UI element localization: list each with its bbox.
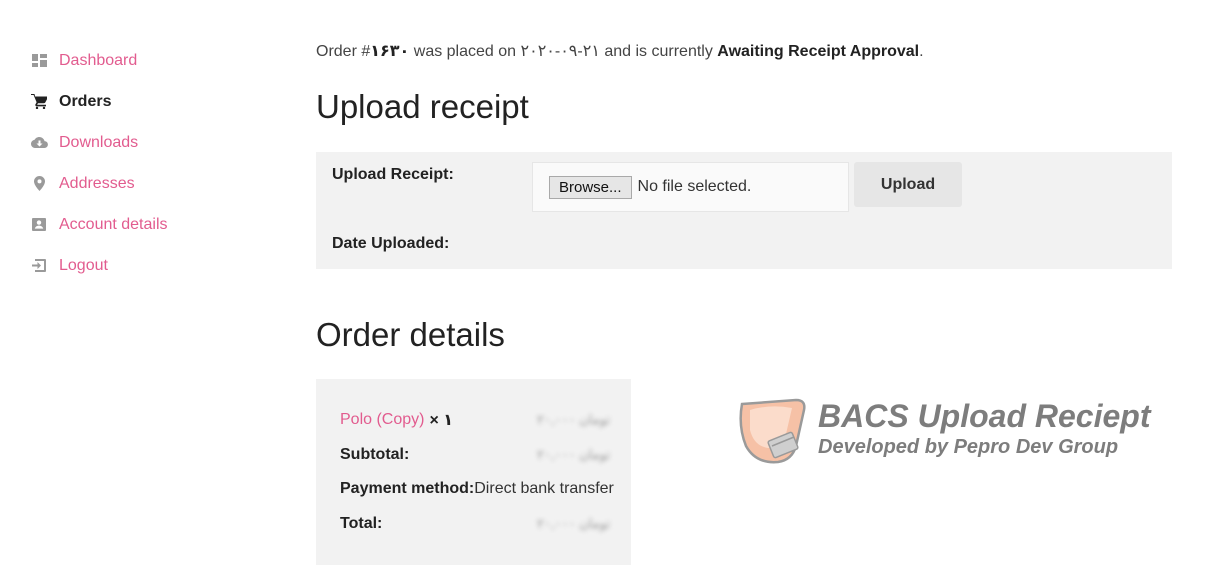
product-link[interactable]: Polo (Copy) bbox=[340, 411, 424, 429]
nav-item-label: Orders bbox=[59, 92, 112, 110]
order-details-heading: Order details bbox=[316, 316, 505, 353]
order-status-notice: Order #۱۶۳۰ was placed on ۲۰۲۰-۰۹-۲۱ and… bbox=[316, 43, 924, 60]
product-price: ۲۰,۰۰۰ تومان bbox=[537, 412, 610, 427]
logout-icon bbox=[30, 257, 48, 275]
cloud-download-icon bbox=[30, 134, 48, 152]
cart-icon bbox=[30, 93, 48, 111]
location-pin-icon bbox=[30, 175, 48, 193]
subtotal-label: Subtotal: bbox=[340, 446, 410, 463]
payment-method-value: Direct bank transfer bbox=[474, 480, 614, 497]
receipt-upload-logo-icon bbox=[736, 396, 808, 471]
order-status: Awaiting Receipt Approval bbox=[717, 43, 920, 60]
total-row: Total: ۲۰,۰۰۰ تومان bbox=[340, 512, 610, 536]
payment-method-row: Payment method: Direct bank transfer bbox=[340, 477, 630, 501]
watermark-title: BACS Upload Reciept bbox=[818, 398, 1151, 434]
file-status-text: No file selected. bbox=[637, 178, 752, 195]
total-value: ۲۰,۰۰۰ تومان bbox=[537, 516, 610, 531]
order-number: ۱۶۳۰ bbox=[370, 43, 410, 60]
nav-item-label: Account details bbox=[59, 215, 168, 233]
account-navigation: Dashboard Orders Downloads Addresses Acc… bbox=[30, 40, 280, 286]
plugin-watermark: BACS Upload Reciept Developed by Pepro D… bbox=[736, 394, 1150, 471]
upload-button[interactable]: Upload bbox=[854, 162, 962, 207]
nav-item-label: Downloads bbox=[59, 133, 139, 151]
dashboard-icon bbox=[30, 52, 48, 70]
nav-item-logout[interactable]: Logout bbox=[30, 245, 280, 286]
receipt-file-input[interactable]: Browse... No file selected. bbox=[532, 162, 849, 212]
nav-item-account-details[interactable]: Account details bbox=[30, 204, 280, 245]
total-label: Total: bbox=[340, 515, 383, 532]
browse-button[interactable]: Browse... bbox=[549, 175, 632, 199]
payment-method-label: Payment method: bbox=[340, 480, 475, 497]
order-item-row: Polo (Copy) × ۱ ۲۰,۰۰۰ تومان bbox=[340, 408, 610, 432]
nav-item-downloads[interactable]: Downloads bbox=[30, 122, 280, 163]
nav-item-addresses[interactable]: Addresses bbox=[30, 163, 280, 204]
nav-item-orders[interactable]: Orders bbox=[30, 81, 280, 122]
subtotal-value: ۲۰,۰۰۰ تومان bbox=[537, 447, 610, 462]
account-card-icon bbox=[30, 216, 48, 234]
date-uploaded-label: Date Uploaded: bbox=[332, 235, 450, 252]
upload-receipt-heading: Upload receipt bbox=[316, 88, 529, 125]
upload-receipt-panel: Upload Receipt: Browse... No file select… bbox=[316, 152, 1172, 269]
order-details-table: Polo (Copy) × ۱ ۲۰,۰۰۰ تومان Subtotal: ۲… bbox=[316, 379, 631, 565]
upload-receipt-label: Upload Receipt: bbox=[332, 166, 454, 183]
nav-item-label: Logout bbox=[59, 256, 108, 274]
nav-item-label: Addresses bbox=[59, 174, 135, 192]
order-date: ۲۰۲۰-۰۹-۲۱ bbox=[520, 43, 600, 60]
watermark-subtitle: Developed by Pepro Dev Group bbox=[818, 436, 1119, 458]
product-quantity: × ۱ bbox=[429, 412, 454, 429]
nav-item-dashboard[interactable]: Dashboard bbox=[30, 40, 280, 81]
subtotal-row: Subtotal: ۲۰,۰۰۰ تومان bbox=[340, 443, 610, 467]
nav-item-label: Dashboard bbox=[59, 51, 138, 69]
